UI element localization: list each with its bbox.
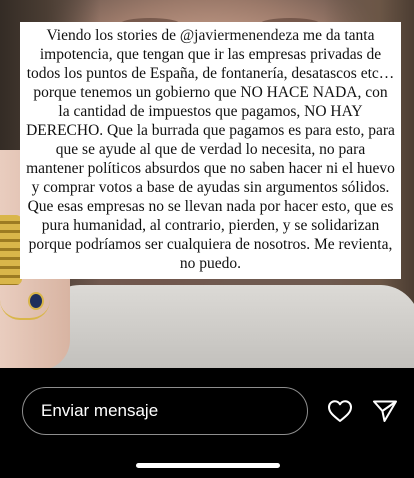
story-photo-charm [28, 292, 44, 310]
story-media[interactable]: Viendo los stories de @javiermenendeza m… [0, 0, 414, 368]
story-text-box: Viendo los stories de @javiermenendeza m… [20, 22, 401, 279]
send-button[interactable] [370, 397, 400, 425]
home-indicator[interactable] [136, 463, 280, 468]
reply-bar [0, 368, 414, 478]
heart-icon [328, 400, 352, 422]
story-text-body: me da tanta impotencia, que tengan que i… [26, 27, 395, 272]
story-photo-shirt [40, 285, 414, 368]
like-button[interactable] [325, 397, 355, 425]
paper-plane-icon [373, 400, 397, 422]
story-mention-link[interactable]: @javiermenendeza [180, 27, 299, 44]
story-photo-bracelet [0, 215, 22, 285]
story-text-start: Viendo los stories de [46, 27, 180, 44]
send-message-input[interactable] [22, 387, 308, 435]
